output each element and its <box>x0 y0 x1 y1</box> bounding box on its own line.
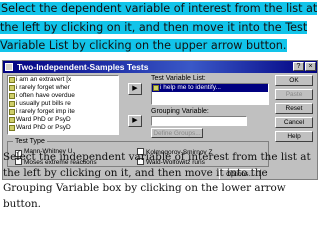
list-item[interactable]: i help me to identify... <box>152 84 268 92</box>
list-item-label: i often have overdue <box>16 92 75 99</box>
variable-icon <box>9 77 15 83</box>
variable-icon <box>9 117 15 123</box>
move-to-grouping-arrow-button[interactable]: ▶ <box>128 115 142 127</box>
list-item[interactable]: i am an extravert [x <box>8 76 118 84</box>
grouping-variable-field[interactable] <box>151 116 247 126</box>
ok-button[interactable]: OK <box>275 75 313 86</box>
move-to-test-list-arrow-button[interactable]: ▶ <box>128 83 142 95</box>
list-item[interactable]: i usually put bills re <box>8 100 118 108</box>
variable-icon <box>9 93 15 99</box>
dialog-titlebar[interactable]: Two-Independent-Samples Tests ? × <box>3 61 317 73</box>
instruction-bottom: Select the independent variable of inter… <box>3 151 311 210</box>
define-groups-button[interactable]: Define Groups... <box>151 128 203 138</box>
list-item[interactable]: i rarely forget imp ite <box>8 108 118 116</box>
list-item[interactable]: i often have overdue <box>8 92 118 100</box>
list-item-label: Ward PhD or PsyD <box>16 124 71 131</box>
grouping-variable-label: Grouping Variable: <box>151 108 209 115</box>
source-variable-list[interactable]: i am an extravert [x i rarely forget whe… <box>7 75 119 135</box>
list-item[interactable]: Ward PhD or PsyD <box>8 124 118 132</box>
test-variable-list[interactable]: i help me to identify... <box>151 83 269 105</box>
list-item-label: i am an extravert [x <box>16 76 72 83</box>
paste-button[interactable]: Paste <box>275 89 313 100</box>
list-item-label: Ward PhD or PsyD <box>16 116 71 123</box>
list-item-label: i rarely forget wher <box>16 84 70 91</box>
close-icon[interactable]: × <box>305 62 316 71</box>
list-item-label: i help me to identify... <box>160 84 221 91</box>
cancel-button[interactable]: Cancel <box>275 117 313 128</box>
list-item-label: i usually put bills re <box>16 100 71 107</box>
instruction-top: Select the dependent variable of interes… <box>0 0 320 62</box>
variable-icon <box>9 101 15 107</box>
dialog-title: Two-Independent-Samples Tests <box>17 62 149 72</box>
help-button[interactable]: Help <box>275 131 313 142</box>
list-item-label: i rarely forget imp ite <box>16 108 75 115</box>
test-type-label: Test Type <box>13 137 47 146</box>
list-item[interactable]: Ward PhD or PsyD <box>8 116 118 124</box>
variable-icon <box>9 85 15 91</box>
reset-button[interactable]: Reset <box>275 103 313 114</box>
instruction-top-text: Select the dependent variable of interes… <box>0 2 318 52</box>
help-icon[interactable]: ? <box>293 62 304 71</box>
test-variable-list-label: Test Variable List: <box>151 75 206 82</box>
variable-icon <box>153 85 159 91</box>
variable-icon <box>9 109 15 115</box>
window-icon <box>5 63 13 71</box>
list-item[interactable]: i rarely forget wher <box>8 84 118 92</box>
variable-icon <box>9 125 15 131</box>
